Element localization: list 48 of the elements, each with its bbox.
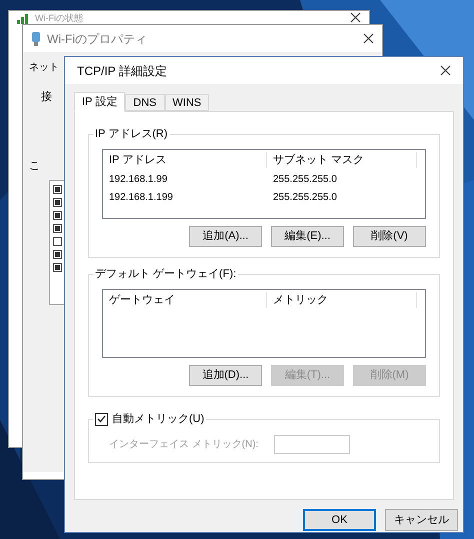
- field-label: 接: [41, 90, 52, 105]
- checkbox[interactable]: [53, 211, 62, 220]
- tab[interactable]: WINS: [164, 94, 210, 111]
- close-icon[interactable]: [440, 65, 451, 76]
- tab[interactable]: ネット: [29, 60, 59, 75]
- group-title: デフォルト ゲートウェイ(F):: [93, 267, 238, 281]
- group-title: IP アドレス(R): [93, 127, 170, 141]
- auto-metric-checkbox[interactable]: 自動メトリック(U): [93, 411, 206, 428]
- dialog-button[interactable]: 編集(E)...: [271, 226, 344, 247]
- window-title: Wi-Fiのプロパティ: [47, 30, 147, 48]
- checkbox[interactable]: [53, 224, 62, 233]
- column-header[interactable]: メトリック: [267, 292, 417, 308]
- window-title: Wi-Fiの状態: [35, 12, 83, 22]
- table-cell-text: 192.168.1.99: [108, 172, 168, 186]
- table-cell-text: 255.255.255.0: [272, 190, 338, 204]
- column-header[interactable]: IP アドレス: [103, 152, 267, 168]
- tab[interactable]: IP 設定: [74, 92, 126, 112]
- check-icon: [97, 415, 106, 424]
- checkbox[interactable]: [53, 250, 62, 259]
- column-header[interactable]: ゲートウェイ: [103, 292, 267, 308]
- checkbox[interactable]: [53, 237, 62, 246]
- tab[interactable]: DNS: [125, 94, 164, 111]
- close-icon[interactable]: [350, 12, 361, 23]
- checkbox[interactable]: [95, 412, 108, 426]
- checkbox-label: 自動メトリック(U): [112, 412, 204, 427]
- table-cell-text: 255.255.255.0: [272, 172, 338, 186]
- dialog-button[interactable]: 削除(V): [353, 226, 426, 247]
- checkbox[interactable]: [53, 263, 62, 272]
- check-icon: [55, 226, 60, 231]
- field-label: こ: [29, 158, 40, 174]
- column-header[interactable]: サブネット マスク: [267, 152, 417, 168]
- window-title: TCP/IP 詳細設定: [77, 62, 167, 80]
- field-label: インターフェイス メトリック(N):: [109, 438, 258, 452]
- checkbox[interactable]: [53, 185, 62, 194]
- table-cell-text: 192.168.1.199: [108, 190, 174, 204]
- check-icon: [55, 252, 60, 257]
- checkbox[interactable]: [53, 198, 62, 207]
- close-icon[interactable]: [363, 33, 374, 44]
- dialog-button[interactable]: OK: [303, 509, 376, 531]
- check-icon: [55, 265, 60, 270]
- dialog-button[interactable]: キャンセル: [385, 509, 458, 531]
- check-icon: [55, 213, 60, 218]
- check-icon: [55, 200, 60, 205]
- network-adapter-icon: [31, 32, 41, 46]
- signal-bars-icon: [17, 12, 31, 24]
- dialog-button[interactable]: 追加(A)...: [189, 226, 262, 247]
- check-icon: [55, 187, 60, 192]
- dialog-button[interactable]: 追加(D)...: [189, 365, 262, 386]
